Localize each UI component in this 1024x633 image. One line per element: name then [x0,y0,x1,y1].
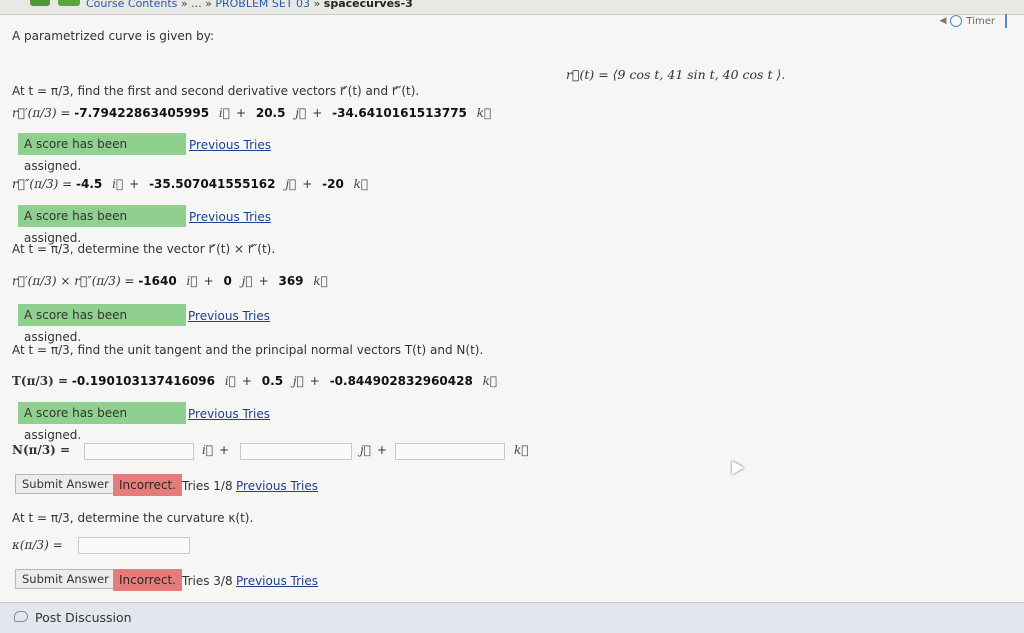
r2-k-value: -20 [322,177,344,191]
j-unit: j⃗ [292,374,304,388]
q3-prompt: At t = π/3, find the unit tangent and th… [12,343,484,357]
q1-prompt: At t = π/3, find the first and second de… [12,84,420,98]
i-unit: i⃗ [186,274,198,288]
cross-label: r⃗′(π/3) × r⃗″(π/3) = [12,274,135,288]
q4-previous-tries-link[interactable]: Previous Tries [236,574,318,588]
plus: + [309,374,320,388]
k-unit: k⃗ [476,106,492,120]
breadcrumb-separator: » [205,0,212,10]
kappa-label: κ(π/3) = [12,538,63,552]
timer[interactable]: ◀ Timer [939,14,1010,28]
k-unit: k⃗ [353,177,369,191]
timer-label: Timer [966,15,995,27]
r2-i-value: -4.5 [76,177,103,191]
plus: + [302,177,313,191]
nav-forward-arrow-icon[interactable] [58,0,80,6]
clock-icon [950,15,963,27]
r1-previous-tries-link[interactable]: Previous Tries [189,138,271,152]
r1-label: r⃗′(π/3) = [12,106,71,120]
k-unit: k⃗ [482,374,498,388]
q4-prompt: At t = π/3, determine the curvature κ(t)… [12,511,254,525]
breadcrumb-course-link[interactable]: Course Contents [86,0,177,10]
breadcrumb-separator: » [313,0,321,10]
i-unit: i⃗ [218,106,230,120]
q3-tries-count: Tries 1/8 [182,479,233,493]
kappa-input[interactable] [78,537,190,554]
N-j-unit-group: j⃗ + [360,443,387,457]
N-i-input[interactable] [84,443,194,460]
plus: + [312,106,323,120]
q4-submit-button[interactable]: Submit Answer [15,569,116,589]
breadcrumb: Course Contents » ... » PROBLEM SET 03 »… [86,0,413,10]
plus: + [241,374,252,388]
r1-status-badge: A score has been assigned. [18,133,186,173]
cross-j-value: 0 [223,274,232,288]
q3-incorrect-badge: Incorrect. [113,474,182,496]
N-k-input[interactable] [395,443,505,460]
plus: + [376,443,387,457]
mouse-cursor-icon [725,457,745,475]
T-k-value: -0.844902832960428 [329,374,473,388]
r2-j-value: -35.507041555162 [149,177,276,191]
q3-unit-tangent: T(π/3) = -0.190103137416096 i⃗ + 0.5 j⃗ + … [12,374,503,388]
q3-previous-tries-link[interactable]: Previous Tries [236,479,318,493]
plus: + [129,177,140,191]
r2-previous-tries-link[interactable]: Previous Tries [189,210,271,224]
q2-previous-tries-link[interactable]: Previous Tries [188,309,270,323]
k-unit: k⃗ [514,443,529,457]
breadcrumb-bar: Course Contents » ... » PROBLEM SET 03 »… [0,0,1024,15]
r2-status-badge: A score has been assigned. [18,205,186,245]
T-status-badge: A score has been assigned. [18,402,186,442]
q2-status-badge: A score has been assigned. [18,304,186,344]
T-label: T(π/3) = [12,374,69,388]
plus: + [203,274,214,288]
N-j-input[interactable] [240,443,352,460]
N-label: N(π/3) = [12,443,71,457]
j-unit: j⃗ [285,177,297,191]
q3-submit-button[interactable]: Submit Answer [15,474,116,494]
r1-j-value: 20.5 [255,106,286,120]
plus: + [258,274,269,288]
breadcrumb-separator: » [180,0,188,10]
r1-i-value: -7.79422863405995 [74,106,210,120]
q4-incorrect-badge: Incorrect. [113,569,182,591]
T-previous-tries-link[interactable]: Previous Tries [188,407,270,421]
timer-collapse-icon[interactable]: ◀ [939,16,946,26]
T-i-value: -0.190103137416096 [71,374,216,388]
cross-i-value: -1640 [138,274,177,288]
j-unit: j⃗ [295,106,307,120]
curve-formula: r⃗(t) = ⟨9 cos t, 41 sin t, 40 cos t ⟩. [566,67,786,82]
N-k-unit-group: k⃗ [514,443,528,457]
discussion-bubble-icon [14,611,28,622]
timer-edge [1005,14,1010,28]
footer-bar: Post Discussion [0,602,1024,633]
cross-k-value: 369 [278,274,304,288]
i-unit: i⃗ [224,374,236,388]
nav-back-arrow-icon[interactable] [30,0,50,6]
intro-text: A parametrized curve is given by: [12,29,215,43]
N-i-unit-group: i⃗ + [202,443,229,457]
q1-first-derivative: r⃗′(π/3) = -7.79422863405995 i⃗ + 20.5 j⃗… [12,106,497,120]
plus: + [235,106,247,120]
r1-k-value: -34.6410161513775 [332,106,467,120]
j-unit: j⃗ [241,274,253,288]
post-discussion-link[interactable]: Post Discussion [35,610,132,625]
plus: + [219,443,230,457]
q2-cross-product: r⃗′(π/3) × r⃗″(π/3) = -1640 i⃗ + 0 j⃗ + 36… [12,274,334,288]
r2-label: r⃗″(π/3) = [12,177,73,191]
q1-second-derivative: r⃗″(π/3) = -4.5 i⃗ + -35.507041555162 j⃗ +… [12,177,374,191]
j-unit: j⃗ [360,443,371,457]
breadcrumb-ellipsis[interactable]: ... [191,0,202,10]
k-unit: k⃗ [313,274,328,288]
breadcrumb-problem-set[interactable]: PROBLEM SET 03 [215,0,310,10]
q2-prompt: At t = π/3, determine the vector r⃗′(t) … [12,242,276,256]
i-unit: i⃗ [112,177,124,191]
q4-tries-count: Tries 3/8 [182,574,233,588]
T-j-value: 0.5 [261,374,284,388]
i-unit: i⃗ [202,443,214,457]
breadcrumb-current: spacecurves-3 [323,0,413,10]
